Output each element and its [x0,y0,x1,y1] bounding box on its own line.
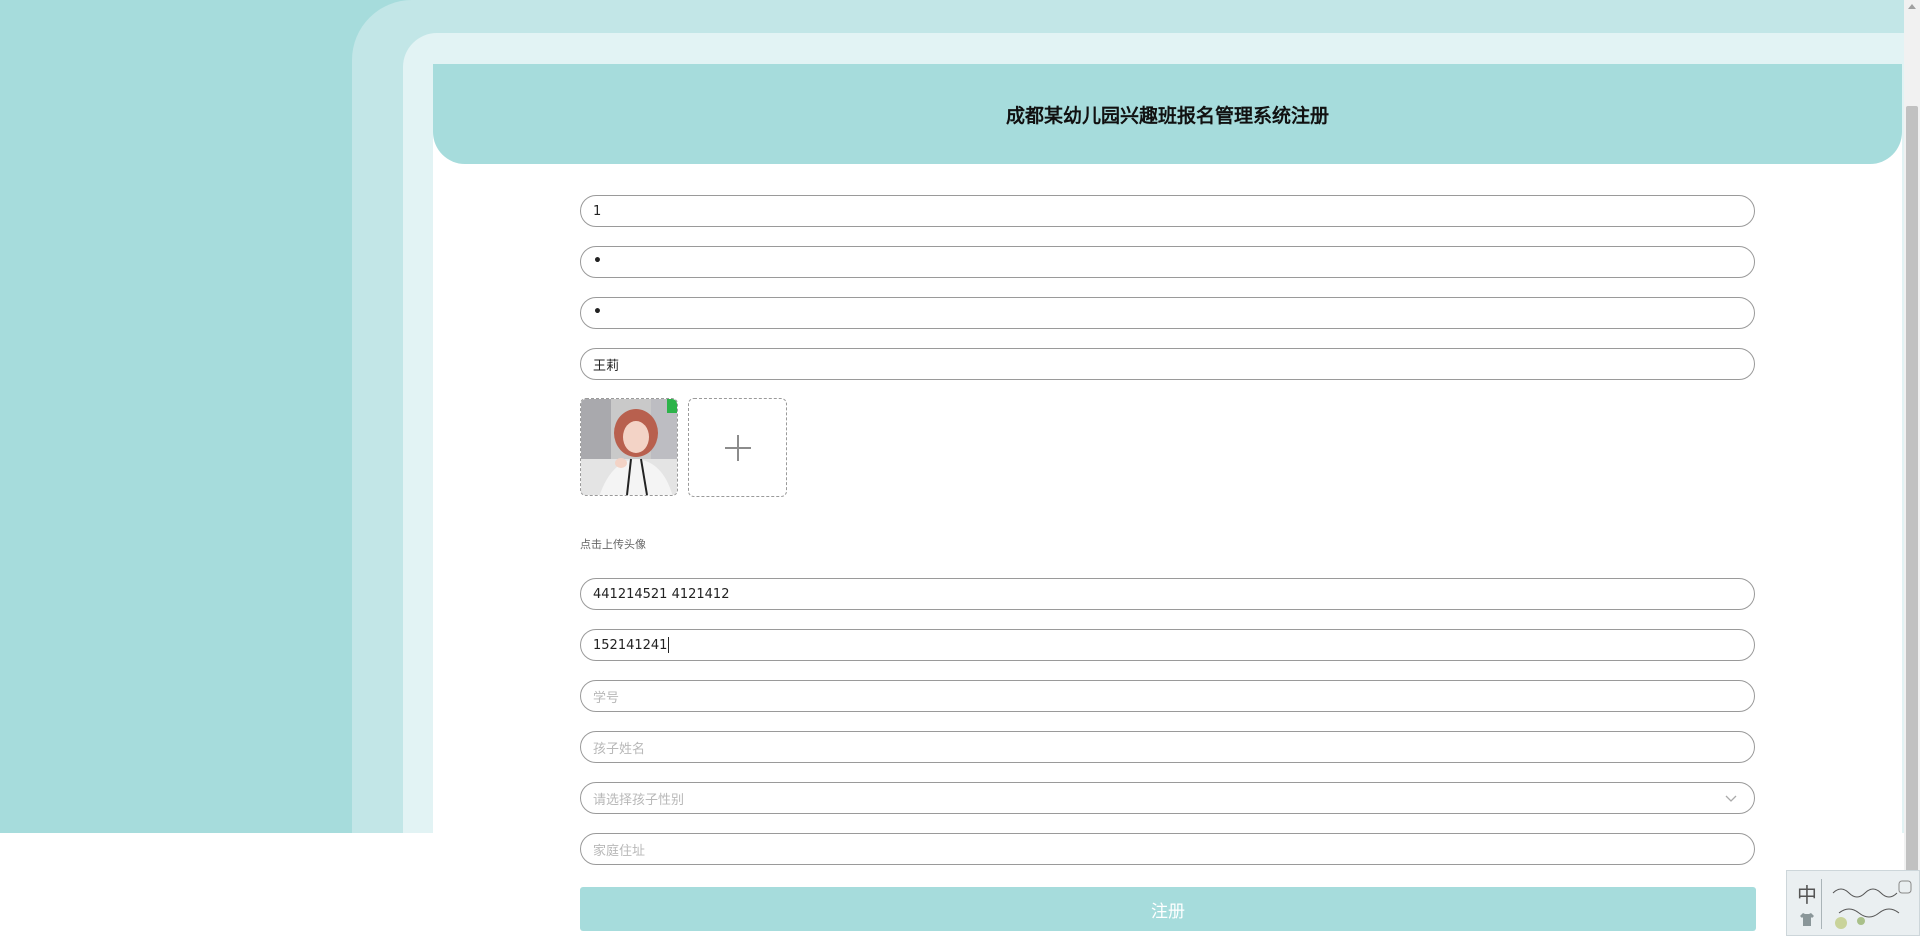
scrollbar-thumb[interactable] [1906,106,1918,934]
avatar-thumbnail[interactable] [580,398,678,496]
id-number-value: 441214521 4121412 [593,586,730,602]
name-field[interactable]: 王莉 [580,348,1755,380]
register-button-label: 注册 [1151,901,1185,922]
phone-value: 152141241 [593,637,668,653]
ime-skin-graphic [1832,880,1912,929]
account-value: 1 [593,203,602,219]
student-no-field[interactable]: 学号 [580,680,1755,712]
address-field[interactable]: 家庭住址 [580,833,1755,865]
page-title: 成都某幼儿园兴趣班报名管理系统注册 [1005,104,1329,127]
register-header: 成都某幼儿园兴趣班报名管理系统注册 [433,64,1902,164]
child-gender-select[interactable]: 请选择孩子性别 [580,782,1755,814]
password-value: • [593,253,602,269]
child-name-field[interactable]: 孩子姓名 [580,731,1755,763]
text-cursor [668,637,670,653]
ime-mode-label[interactable]: 中 [1797,879,1817,908]
add-avatar-button[interactable] [688,398,787,497]
confirm-password-value: • [593,304,602,320]
child-gender-placeholder: 请选择孩子性别 [593,792,685,808]
account-field[interactable]: 1 [580,195,1755,227]
address-placeholder: 家庭住址 [593,843,646,859]
confirm-password-field[interactable]: • [580,297,1755,329]
id-number-field[interactable]: 441214521 4121412 [580,578,1755,610]
register-button[interactable]: 注册 [580,887,1756,931]
ime-divider [1821,879,1822,929]
name-value: 王莉 [593,358,620,374]
scroll-up-icon[interactable] [1908,4,1916,9]
phone-field[interactable]: 152141241 [580,629,1755,661]
avatar-photo [581,399,677,495]
child-name-placeholder: 孩子姓名 [593,741,646,757]
upload-avatar-hint: 点击上传头像 [580,538,646,551]
password-field[interactable]: • [580,246,1755,278]
chevron-down-icon [1725,795,1737,802]
shirt-icon[interactable] [1799,911,1815,927]
student-no-placeholder: 学号 [593,690,620,706]
ime-toolbar[interactable]: 中 [1786,870,1920,936]
